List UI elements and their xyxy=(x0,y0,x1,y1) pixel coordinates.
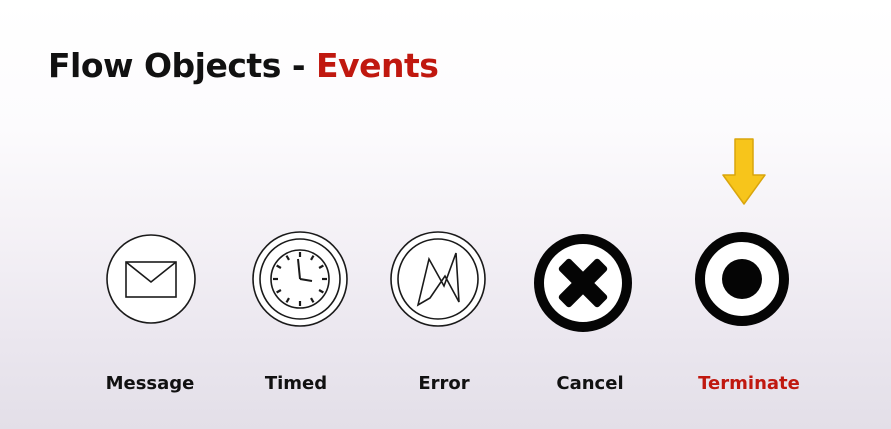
slide: Flow Objects - Events Message Timed Erro… xyxy=(0,0,891,429)
title-accent: Events xyxy=(316,46,439,85)
title-main: Flow Objects - xyxy=(48,46,317,85)
event-label-timed: Timed xyxy=(264,373,328,394)
slide-title: Flow Objects - Events xyxy=(48,46,439,85)
event-label-cancel: Cancel xyxy=(556,373,624,394)
event-label-message: Message xyxy=(105,373,195,394)
event-label-terminate: Terminate xyxy=(698,373,800,394)
x-icon xyxy=(534,234,632,332)
clock-icon xyxy=(252,231,348,327)
envelope-icon xyxy=(106,234,196,324)
event-label-error: Error xyxy=(418,373,470,394)
down-arrow-icon xyxy=(722,138,766,205)
lightning-icon xyxy=(390,231,486,327)
filled-circle-icon xyxy=(695,232,789,326)
